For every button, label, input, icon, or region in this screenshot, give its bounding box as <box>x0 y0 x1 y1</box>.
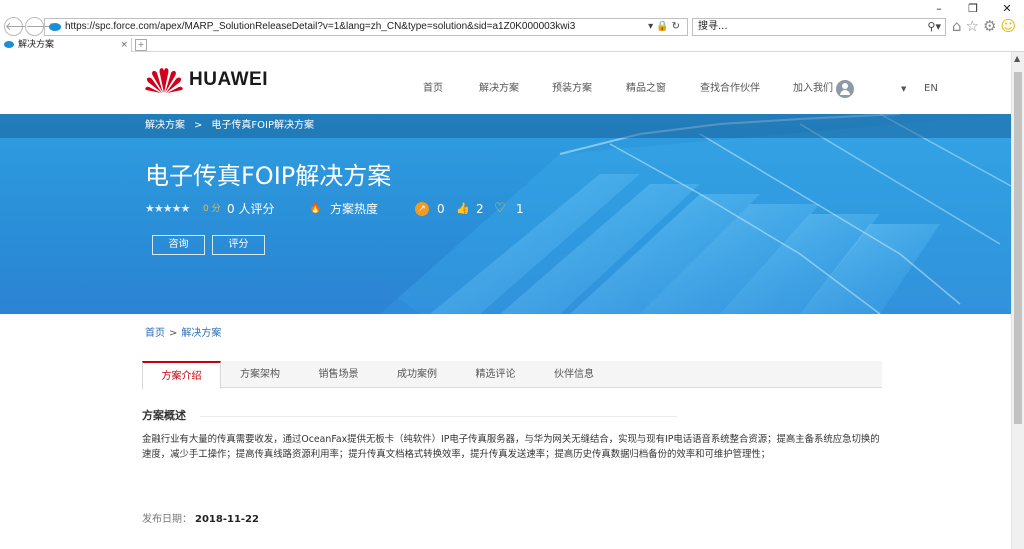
tab-architecture[interactable]: 方案架构 <box>221 361 299 388</box>
share-icon[interactable]: ↗ <box>415 202 429 216</box>
address-url: https://spc.force.com/apex/MARP_Solution… <box>65 21 576 32</box>
content-tabs: 方案介绍 方案架构 销售场景 成功案例 精选评论 伙伴信息 <box>142 361 882 389</box>
page-title: 电子传真FOIP解决方案 <box>145 162 392 190</box>
nav-item-showcase[interactable]: 精品之窗 <box>626 81 666 97</box>
nav-item-solutions[interactable]: 解决方案 <box>479 81 519 97</box>
settings-gear-icon[interactable]: ⚙ <box>983 16 996 36</box>
hero-banner: 解决方案 > 电子传真FOIP解决方案 电子传真FOIP解决方案 ★★★★★ 0 分… <box>0 114 1011 314</box>
nav-item-preinstalled[interactable]: 预装方案 <box>552 81 592 97</box>
site-header: HUAWEI 首页 解决方案 预装方案 精品之窗 查找合作伙伴 加入我们 EN … <box>0 52 1011 114</box>
banner-breadcrumb: 解决方案 > 电子传真FOIP解决方案 <box>0 114 1011 138</box>
browser-chrome: – ❐ ✕ 🡐 🡒 https://spc.force.com/apex/MAR… <box>0 0 1024 52</box>
home-icon[interactable]: ⌂ <box>952 16 962 36</box>
browser-toolbar-icons: ⌂ ☆ ⚙ ☺ <box>952 16 1016 36</box>
banner-crumb-sep: > <box>194 120 203 131</box>
consult-button[interactable]: 咨询 <box>152 235 205 255</box>
page-scrollbar[interactable]: ▲ <box>1011 52 1024 549</box>
thumbs-up-icon[interactable]: 👍 <box>456 200 470 218</box>
banner-crumb-root[interactable]: 解决方案 <box>145 120 185 131</box>
heat-label: 方案热度 <box>330 202 379 216</box>
breadcrumb-sep: > <box>169 328 178 339</box>
chevron-down-icon[interactable]: ▼ <box>901 81 906 97</box>
publish-date: 发布日期： 2018-11-22 <box>142 512 259 528</box>
browser-tabbar: 解决方案 × + <box>0 38 1024 52</box>
web-page: HUAWEI 首页 解决方案 预装方案 精品之窗 查找合作伙伴 加入我们 EN … <box>0 52 1011 549</box>
heart-icon[interactable]: ♡ <box>494 200 506 218</box>
nav-item-join[interactable]: 加入我们 <box>793 81 833 97</box>
nav-item-find-partner[interactable]: 查找合作伙伴 <box>700 81 760 97</box>
share-count: 0 <box>437 202 445 216</box>
tab-title: 解决方案 <box>18 40 55 50</box>
new-tab-button[interactable]: + <box>135 39 147 51</box>
address-tools[interactable]: ▾🔒↻ <box>648 19 683 35</box>
tab-sales-scenarios[interactable]: 销售场景 <box>299 361 378 388</box>
tab-featured-reviews[interactable]: 精选评论 <box>456 361 535 388</box>
scroll-thumb[interactable] <box>1014 72 1022 424</box>
breadcrumb-home[interactable]: 首页 <box>145 328 165 339</box>
rating-stars-icon[interactable]: ★★★★★ <box>145 200 190 218</box>
scroll-up-arrow-icon[interactable]: ▲ <box>1014 54 1020 63</box>
favorite-count: 1 <box>516 202 524 216</box>
tab-solution-intro[interactable]: 方案介绍 <box>142 361 221 389</box>
address-bar[interactable]: https://spc.force.com/apex/MARP_Solution… <box>44 18 688 36</box>
publish-date-value: 2018-11-22 <box>195 514 259 525</box>
language-switch[interactable]: EN <box>924 81 938 97</box>
rating-count: 0 人评分 <box>227 202 275 216</box>
flame-icon: 🔥 <box>309 203 322 214</box>
feedback-smiley-icon[interactable]: ☺ <box>1000 16 1016 36</box>
site-favicon-icon <box>49 23 61 31</box>
breadcrumb-current[interactable]: 解决方案 <box>181 328 221 339</box>
rating-row: ★★★★★ 0 分 0 人评分 🔥 方案热度 ↗ 0 👍 2 ♡ 1 <box>145 200 745 218</box>
like-count: 2 <box>476 202 484 216</box>
tab-close-icon[interactable]: × <box>120 38 128 52</box>
tab-favicon-icon <box>4 41 14 48</box>
publish-date-label: 发布日期： <box>142 514 192 525</box>
breadcrumb: 首页 > 解决方案 <box>145 325 221 343</box>
search-icon[interactable]: ⚲▾ <box>927 19 941 35</box>
forward-arrow-icon[interactable]: 🡒 <box>25 17 56 36</box>
favorites-star-icon[interactable]: ☆ <box>966 16 979 36</box>
tab-success-cases[interactable]: 成功案例 <box>378 361 456 388</box>
browser-navbar: 🡐 🡒 https://spc.force.com/apex/MARP_Solu… <box>0 16 1024 38</box>
tab-partner-info[interactable]: 伙伴信息 <box>535 361 613 388</box>
main-nav: 首页 解决方案 预装方案 精品之窗 查找合作伙伴 加入我们 EN <box>0 81 1011 97</box>
back-arrow-icon[interactable]: 🡐 <box>4 17 35 36</box>
rate-button[interactable]: 评分 <box>212 235 265 255</box>
search-input[interactable]: 搜寻... ⚲▾ <box>692 18 946 36</box>
overview-body: 金融行业有大量的传真需要收发，通过OceanFax提供无板卡（纯软件）IP电子传… <box>142 434 880 460</box>
rating-score: 0 分 <box>203 204 221 214</box>
browser-tab-active[interactable]: 解决方案 × <box>0 38 132 52</box>
section-divider <box>200 416 677 417</box>
nav-item-home[interactable]: 首页 <box>423 81 443 97</box>
search-placeholder: 搜寻... <box>698 21 728 32</box>
user-avatar-icon[interactable] <box>836 80 854 98</box>
overview-title: 方案概述 <box>142 409 186 422</box>
banner-crumb-current: 电子传真FOIP解决方案 <box>211 120 314 131</box>
